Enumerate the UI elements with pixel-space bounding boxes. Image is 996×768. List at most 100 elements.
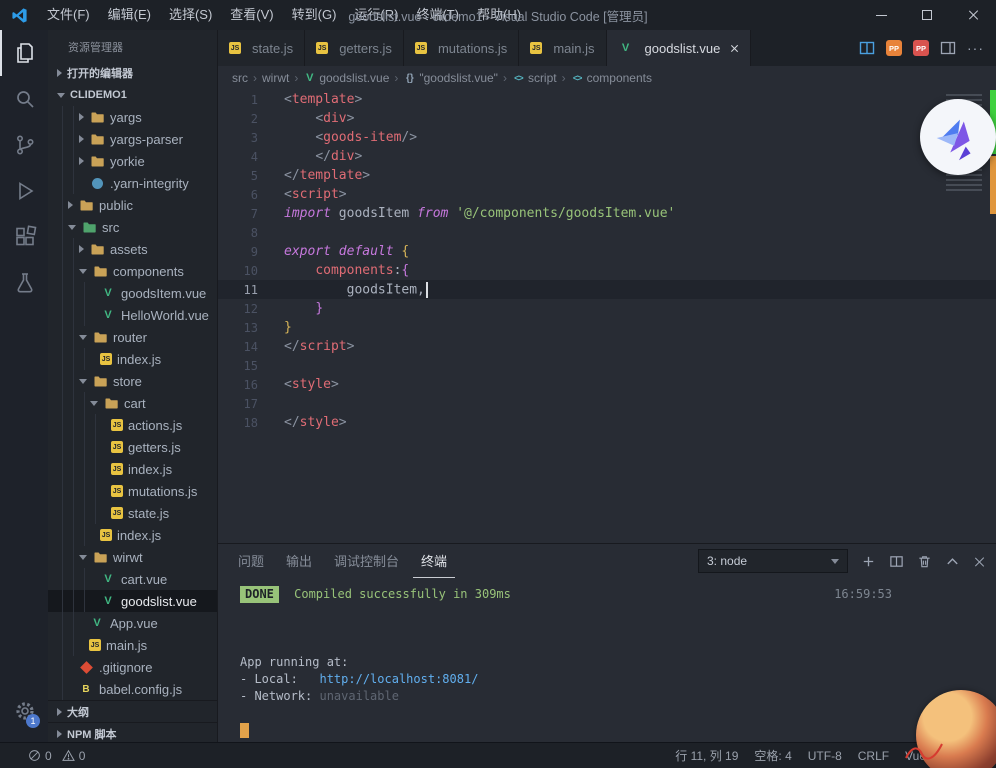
extension-action-icon-2[interactable]: PP bbox=[913, 40, 929, 56]
tree-item-router[interactable]: router bbox=[48, 326, 217, 348]
new-terminal-icon[interactable] bbox=[861, 554, 876, 569]
tree-item-cart[interactable]: cart bbox=[48, 392, 217, 414]
tree-item-goodslist.vue[interactable]: Vgoodslist.vue bbox=[48, 590, 217, 612]
open-editors-section[interactable]: 打开的编辑器 bbox=[48, 62, 217, 84]
tree-item-babel.config.js[interactable]: Bbabel.config.js bbox=[48, 678, 217, 700]
tree-item-label: getters.js bbox=[128, 439, 181, 455]
breadcrumb-label: components bbox=[586, 71, 652, 85]
tab-label: main.js bbox=[553, 40, 595, 56]
test-flask-icon[interactable] bbox=[0, 260, 48, 306]
close-tab-icon[interactable] bbox=[730, 44, 739, 53]
sidebar-section-0[interactable]: 大纲 bbox=[48, 700, 217, 722]
indent-guide bbox=[73, 524, 74, 546]
tree-item-label: actions.js bbox=[128, 417, 183, 433]
maximize-button[interactable] bbox=[904, 0, 950, 30]
status-item-0[interactable]: 行 11, 列 19 bbox=[675, 747, 738, 764]
extensions-icon[interactable] bbox=[0, 214, 48, 260]
run-debug-icon[interactable] bbox=[0, 168, 48, 214]
breadcrumb-item-1[interactable]: wirwt bbox=[262, 71, 289, 85]
tree-item-yargs-parser[interactable]: yargs-parser bbox=[48, 128, 217, 150]
maximize-panel-icon[interactable] bbox=[945, 554, 960, 569]
panel-tab-输出[interactable]: 输出 bbox=[278, 544, 320, 578]
menu-item-4[interactable]: 转到(G) bbox=[283, 0, 346, 30]
status-item-1[interactable]: 空格: 4 bbox=[754, 747, 791, 764]
menu-item-2[interactable]: 选择(S) bbox=[160, 0, 221, 30]
tab-state.js[interactable]: JS state.js bbox=[218, 30, 306, 66]
tree-item-index.js[interactable]: JS index.js bbox=[48, 348, 217, 370]
code-editor[interactable]: 1 <template> 2 <div> 3 <goods-item/> 4 </div… bbox=[218, 90, 996, 543]
tree-item-assets[interactable]: assets bbox=[48, 238, 217, 260]
tree-item-mutations.js[interactable]: JS mutations.js bbox=[48, 480, 217, 502]
tree-item-main.js[interactable]: JS main.js bbox=[48, 634, 217, 656]
menu-item-0[interactable]: 文件(F) bbox=[38, 0, 99, 30]
breadcrumb-item-4[interactable]: <> script bbox=[512, 71, 556, 85]
status-item-3[interactable]: CRLF bbox=[858, 749, 889, 763]
tab-label: mutations.js bbox=[437, 40, 508, 56]
tree-item-HelloWorld.vue[interactable]: V HelloWorld.vue bbox=[48, 304, 217, 326]
panel-tab-调试控制台[interactable]: 调试控制台 bbox=[326, 544, 407, 578]
panel-tab-终端[interactable]: 终端 bbox=[413, 544, 456, 578]
tab-main.js[interactable]: JS main.js bbox=[519, 30, 607, 66]
search-icon[interactable] bbox=[0, 76, 48, 122]
tree-item-index.js[interactable]: JS index.js bbox=[48, 458, 217, 480]
more-actions-icon[interactable]: ··· bbox=[967, 40, 984, 56]
split-terminal-icon[interactable] bbox=[889, 554, 904, 569]
tree-item-index.js[interactable]: JS index.js bbox=[48, 524, 217, 546]
tree-item-state.js[interactable]: JS state.js bbox=[48, 502, 217, 524]
breadcrumb-item-3[interactable]: {} "goodslist.vue" bbox=[403, 71, 498, 85]
line-number: 8 bbox=[250, 225, 258, 240]
breadcrumb-item-2[interactable]: Vgoodslist.vue bbox=[303, 71, 389, 85]
kill-terminal-trash-icon[interactable] bbox=[917, 554, 932, 569]
tree-item-getters.js[interactable]: JS getters.js bbox=[48, 436, 217, 458]
terminal-picker-dropdown[interactable]: 3: node bbox=[698, 549, 848, 573]
chevron-right-icon bbox=[79, 113, 84, 121]
terminal-line-7 bbox=[240, 705, 996, 722]
indent-guide bbox=[73, 150, 74, 172]
tree-item-cart.vue[interactable]: Vcart.vue bbox=[48, 568, 217, 590]
tree-item-actions.js[interactable]: JS actions.js bbox=[48, 414, 217, 436]
tree-item-components[interactable]: components bbox=[48, 260, 217, 282]
indent-guide bbox=[62, 590, 63, 612]
indent-guide bbox=[84, 414, 85, 436]
indent-guide bbox=[73, 414, 74, 436]
settings-gear-icon[interactable]: 1 bbox=[0, 688, 48, 734]
tree-item-src[interactable]: src bbox=[48, 216, 217, 238]
tree-item-.yarn-integrity[interactable]: .yarn-integrity bbox=[48, 172, 217, 194]
tree-item-.gitignore[interactable]: .gitignore bbox=[48, 656, 217, 678]
problems-status[interactable]: 0 0 bbox=[28, 749, 85, 763]
breadcrumb-item-5[interactable]: <> components bbox=[571, 71, 652, 85]
line-number: 14 bbox=[243, 339, 258, 354]
indent-guide bbox=[73, 612, 74, 634]
tree-item-store[interactable]: store bbox=[48, 370, 217, 392]
tree-item-label: mutations.js bbox=[128, 483, 198, 499]
indent-guide bbox=[62, 546, 63, 568]
breadcrumb-item-0[interactable]: src bbox=[232, 71, 248, 85]
tree-item-label: main.js bbox=[106, 637, 148, 653]
minimize-button[interactable] bbox=[858, 0, 904, 30]
sidebar-section-1[interactable]: NPM 脚本 bbox=[48, 722, 217, 742]
tab-getters.js[interactable]: JS getters.js bbox=[305, 30, 404, 66]
explorer-icon[interactable] bbox=[0, 30, 48, 76]
tree-item-public[interactable]: public bbox=[48, 194, 217, 216]
tree-item-yargs[interactable]: yargs bbox=[48, 106, 217, 128]
folder-icon bbox=[103, 395, 119, 411]
tree-item-goodsItem.vue[interactable]: VgoodsItem.vue bbox=[48, 282, 217, 304]
folder-icon bbox=[78, 197, 94, 213]
menu-item-3[interactable]: 查看(V) bbox=[221, 0, 282, 30]
panel-tab-问题[interactable]: 问题 bbox=[230, 544, 272, 578]
tree-item-App.vue[interactable]: V App.vue bbox=[48, 612, 217, 634]
layout-icon[interactable] bbox=[940, 40, 956, 56]
tree-item-yorkie[interactable]: yorkie bbox=[48, 150, 217, 172]
status-item-2[interactable]: UTF-8 bbox=[808, 749, 842, 763]
split-editor-blue-icon[interactable] bbox=[859, 40, 875, 56]
close-panel-icon[interactable] bbox=[973, 556, 984, 567]
tab-mutations.js[interactable]: JS mutations.js bbox=[403, 30, 520, 66]
terminal-output[interactable]: 16:59:53 DONE Compiled successfully in 3… bbox=[218, 578, 996, 742]
menu-item-1[interactable]: 编辑(E) bbox=[99, 0, 160, 30]
source-control-icon[interactable] bbox=[0, 122, 48, 168]
project-root-section[interactable]: CLIDEMO1 bbox=[48, 84, 217, 106]
tree-item-wirwt[interactable]: wirwt bbox=[48, 546, 217, 568]
close-button[interactable] bbox=[950, 0, 996, 30]
tab-goodslist.vue[interactable]: Vgoodslist.vue bbox=[606, 30, 752, 66]
extension-action-icon-1[interactable]: PP bbox=[886, 40, 902, 56]
